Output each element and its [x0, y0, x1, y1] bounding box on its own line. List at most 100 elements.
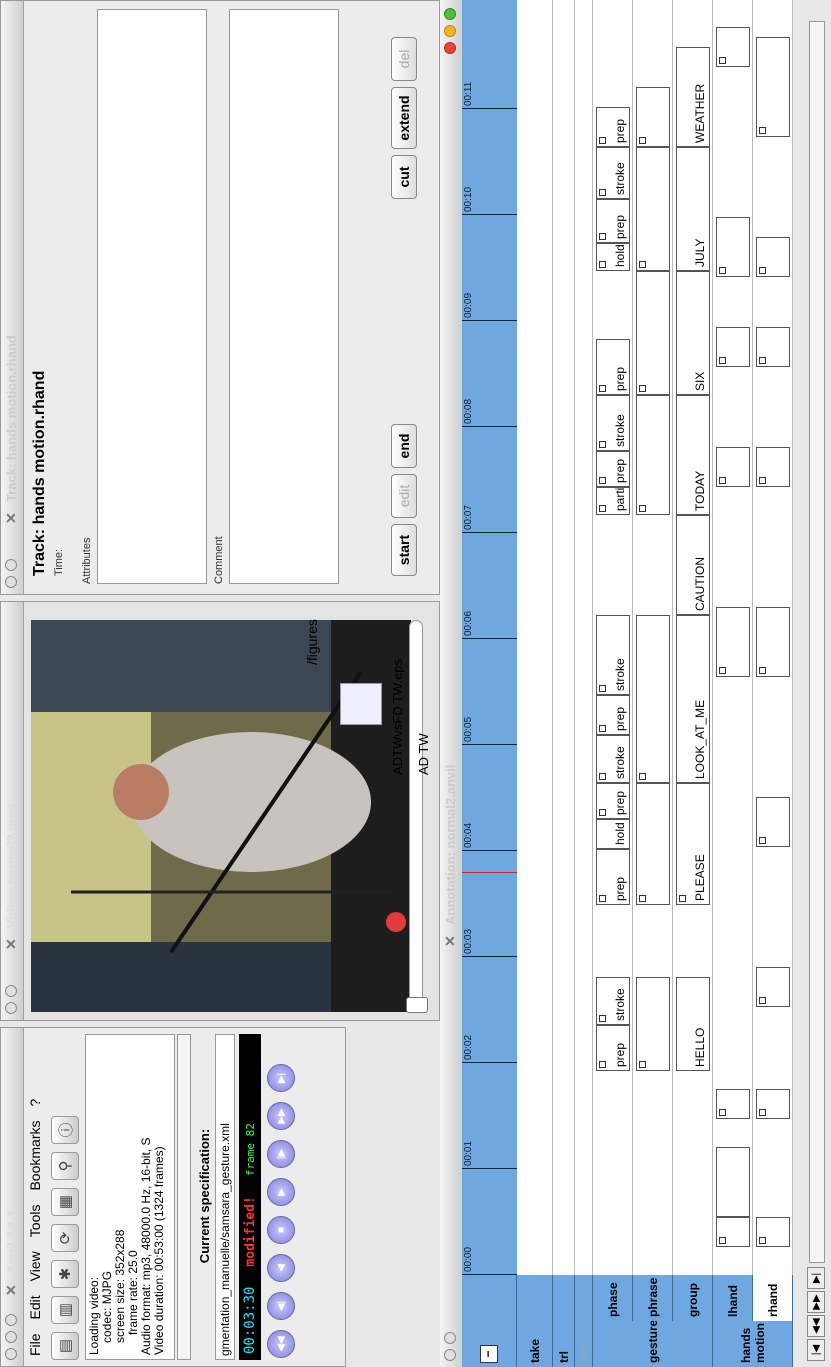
close-icon[interactable] [444, 42, 456, 54]
phrase-element[interactable] [636, 783, 670, 905]
rhand-element[interactable] [756, 447, 790, 487]
phrase-element[interactable] [636, 147, 670, 271]
phase-element[interactable]: prep [596, 783, 630, 819]
track-label-phrase[interactable]: phrase [633, 1275, 673, 1321]
element-label: stroke [613, 162, 627, 195]
lhand-element[interactable] [716, 607, 750, 677]
element-label: parti [613, 487, 627, 511]
track-label-lhand[interactable]: lhand [713, 1275, 753, 1321]
time-tick: 00:06 [462, 610, 517, 639]
phase-element[interactable]: parti [596, 487, 630, 515]
track-label-group[interactable]: group [673, 1275, 713, 1321]
collapse-button[interactable]: − [480, 1345, 498, 1363]
phase-element[interactable]: hold [596, 243, 630, 271]
phase-element[interactable]: prep [596, 451, 630, 487]
phase-element[interactable]: prep [596, 199, 630, 243]
lhand-element[interactable] [716, 1089, 750, 1119]
lhand-element[interactable] [716, 327, 750, 367]
track-group-gesture[interactable]: gesture [593, 1319, 713, 1367]
phase-element[interactable]: prep [596, 849, 630, 905]
group-element[interactable]: SIX [676, 271, 710, 395]
phase-element[interactable]: prep [596, 339, 630, 395]
element-label: HELLO [693, 1027, 707, 1067]
phase-element[interactable]: prep [596, 695, 630, 735]
rhand-element[interactable] [756, 1089, 790, 1119]
track-label-text: hands motion [738, 1323, 767, 1363]
first-icon[interactable]: |◀ [807, 1339, 825, 1361]
rhand-element[interactable] [756, 967, 790, 1007]
phrase-element[interactable] [636, 87, 670, 147]
group-element[interactable]: CAUTION [676, 515, 710, 615]
rhand-element[interactable] [756, 1217, 790, 1247]
phase-element[interactable]: stroke [596, 977, 630, 1025]
group-element[interactable]: PLEASE [676, 783, 710, 905]
phase-element[interactable]: hold [596, 819, 630, 849]
phase-element[interactable]: prep [596, 107, 630, 147]
close-icon[interactable] [444, 1349, 456, 1361]
track-row-take[interactable] [517, 0, 553, 1275]
track-label-ctrl[interactable]: trl [553, 1275, 575, 1367]
track-label-phase[interactable]: phase [593, 1275, 633, 1321]
track-label-text: gesture [645, 1319, 660, 1363]
track-label-rhand[interactable]: rhand [753, 1275, 793, 1321]
rhand-element[interactable] [756, 237, 790, 277]
element-label: LOOK_AT_ME [693, 699, 707, 779]
track-label-text: phrase [645, 1277, 660, 1317]
track-row-ctrl[interactable] [553, 0, 575, 1275]
rhand-element[interactable] [756, 327, 790, 367]
element-label: stroke [613, 988, 627, 1021]
lhand-element[interactable] [716, 1147, 750, 1217]
annotation-title-bar[interactable]: ✕ Annotation: normal2.anvil [440, 0, 463, 1367]
zoom-icon[interactable] [444, 8, 456, 20]
minimize-icon[interactable] [444, 1332, 456, 1344]
rhand-element[interactable] [756, 797, 790, 847]
lhand-element[interactable] [716, 217, 750, 277]
rhand-element[interactable] [756, 37, 790, 137]
track-label-ling[interactable]: ling [575, 1275, 593, 1367]
group-element[interactable]: HELLO [676, 977, 710, 1071]
element-label: stroke [613, 746, 627, 779]
phase-element[interactable]: stroke [596, 395, 630, 451]
element-label: prep [613, 214, 627, 239]
phase-element[interactable]: prep [596, 1025, 630, 1071]
minimize-icon[interactable] [444, 25, 456, 37]
time-tick: 00:05 [462, 716, 517, 745]
track-label-text: ling [576, 1341, 591, 1363]
time-tick: 00:02 [462, 1034, 517, 1063]
time-tick: 00:00 [462, 1246, 517, 1275]
lhand-element[interactable] [716, 27, 750, 67]
x11-icon: ✕ [442, 935, 458, 947]
prev-icon[interactable]: ◀◀ [807, 1315, 825, 1337]
timeline-scrollbar[interactable] [809, 21, 825, 1263]
last-icon[interactable]: ▶| [807, 1267, 825, 1289]
group-element[interactable]: WEATHER [676, 47, 710, 147]
phrase-element[interactable] [636, 615, 670, 783]
element-label: WEATHER [693, 83, 707, 143]
phase-element[interactable]: stroke [596, 147, 630, 199]
phase-element[interactable]: stroke [596, 615, 630, 695]
phase-element[interactable]: stroke [596, 735, 630, 783]
lhand-element[interactable] [716, 1217, 750, 1247]
element-label: prep [613, 706, 627, 731]
lhand-element[interactable] [716, 447, 750, 487]
element-label: hold [613, 244, 627, 267]
phrase-element[interactable] [636, 977, 670, 1071]
rhand-element[interactable] [756, 607, 790, 677]
track-label-text: rhand [765, 1283, 780, 1317]
group-element[interactable]: LOOK_AT_ME [676, 615, 710, 783]
track-group-hands-motion[interactable]: hands motion [713, 1321, 793, 1367]
group-element[interactable]: JULY [676, 147, 710, 271]
track-row-ling[interactable] [575, 0, 593, 1275]
next-icon[interactable]: ▶▶ [807, 1291, 825, 1313]
element-label: CAUTION [693, 557, 707, 611]
track-label-take[interactable]: take [517, 1275, 553, 1367]
phrase-element[interactable] [636, 395, 670, 515]
element-label: PLEASE [693, 854, 707, 901]
track-header-corner: − [462, 1275, 517, 1367]
element-label: hold [613, 822, 627, 845]
annotation-window-lights [444, 8, 456, 54]
time-ruler[interactable]: 00:00 00:01 00:02 00:03 00:04 00:05 00:0… [462, 0, 517, 1275]
phrase-element[interactable] [636, 271, 670, 395]
group-element[interactable]: TODAY [676, 395, 710, 515]
track-label-text: lhand [725, 1285, 740, 1317]
